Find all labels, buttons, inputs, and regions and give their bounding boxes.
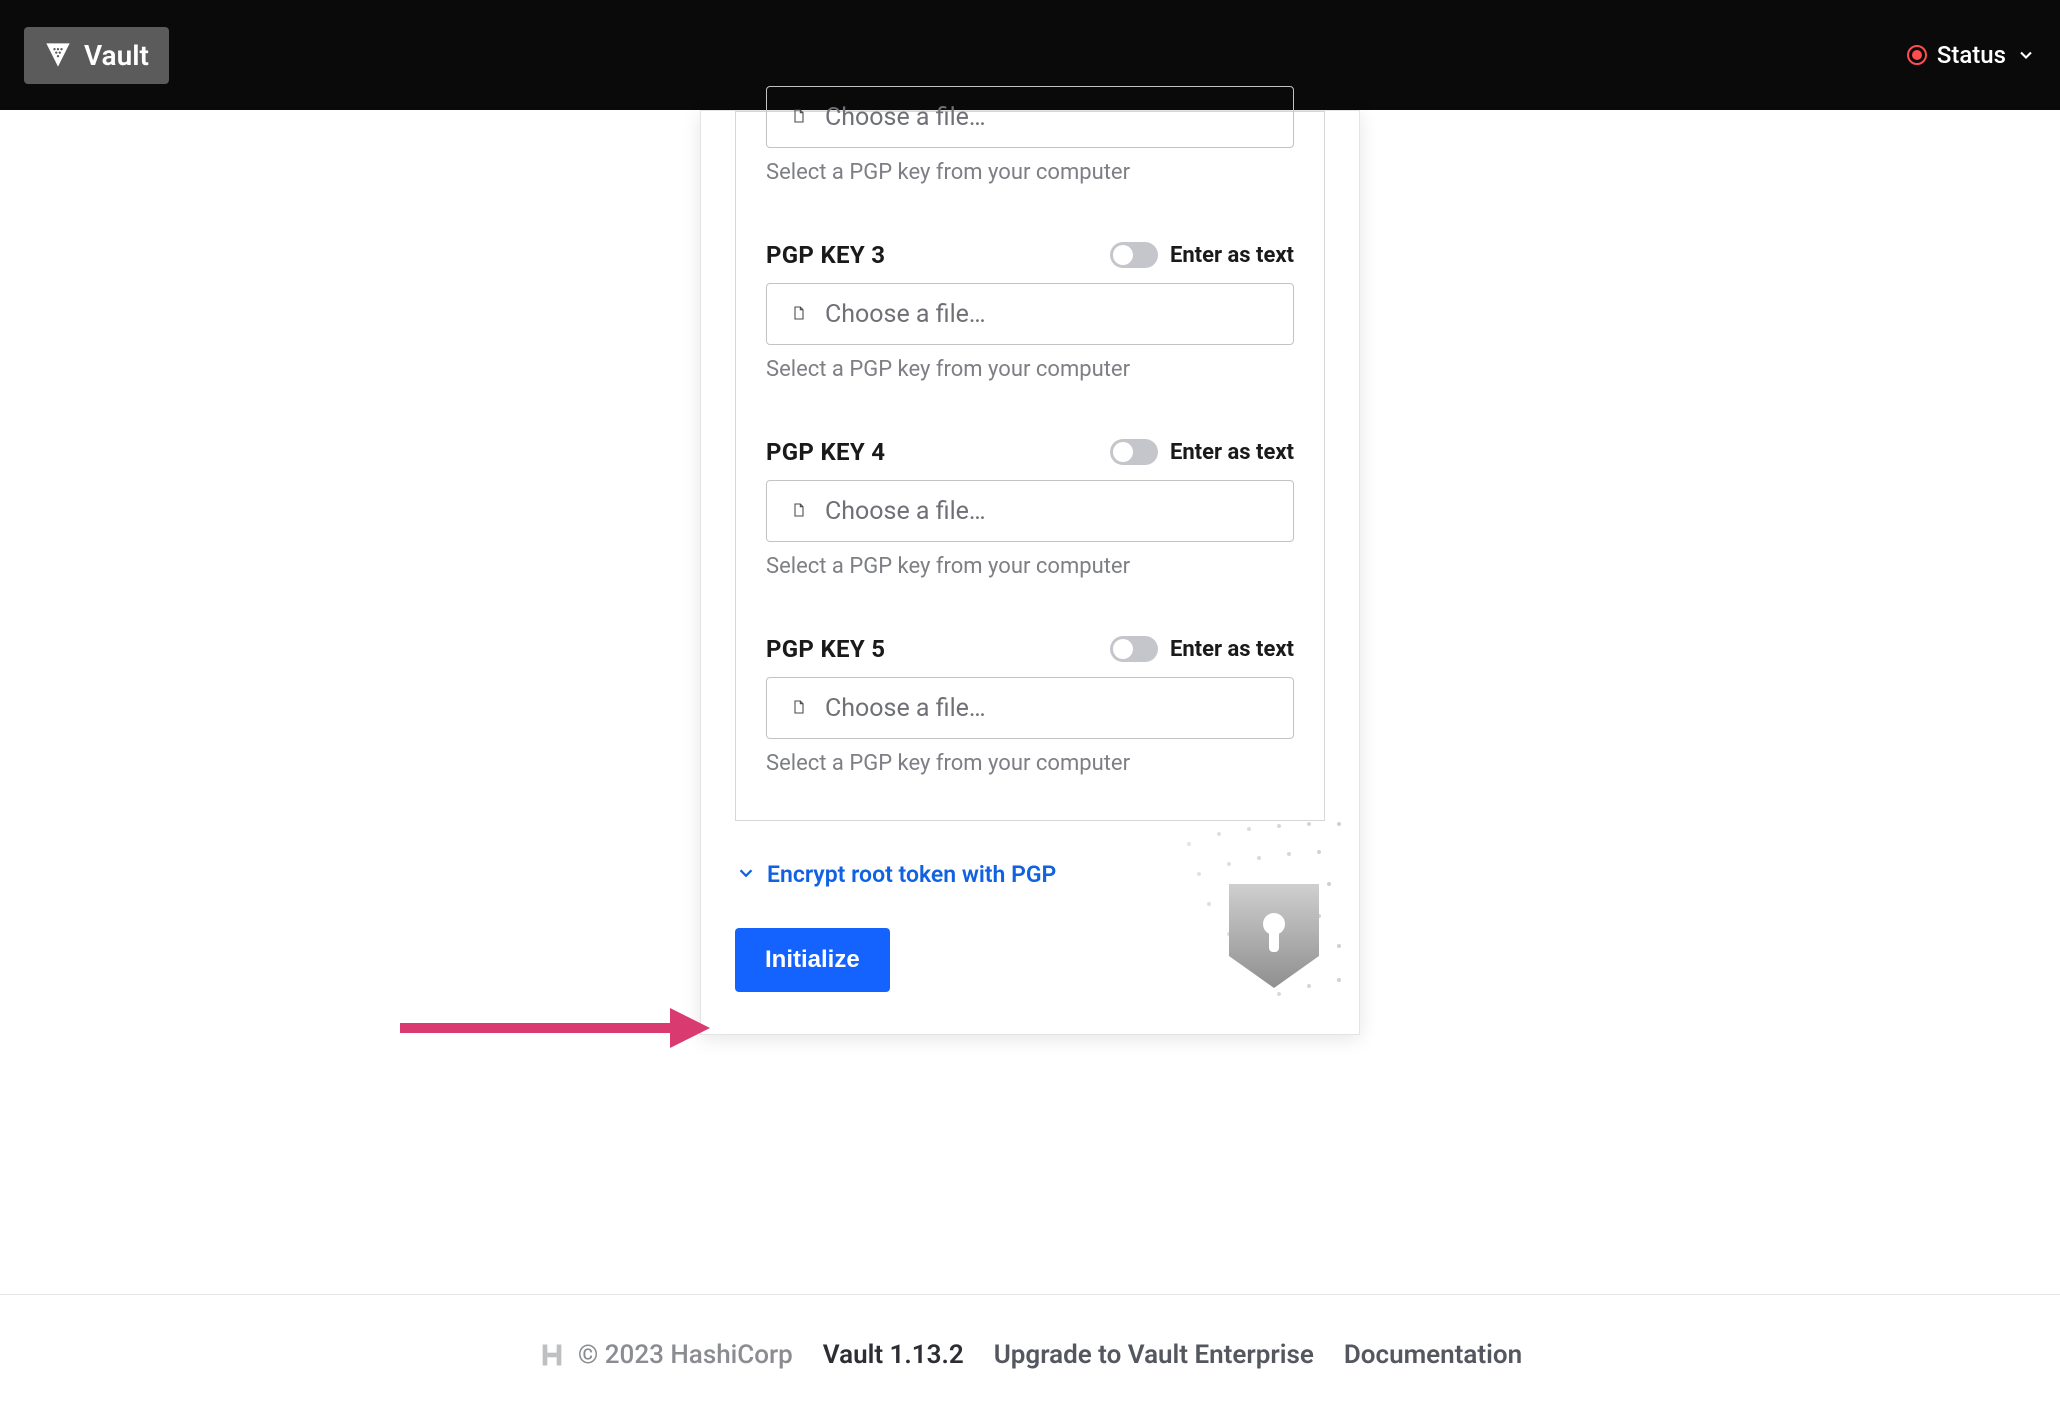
init-card: Choose a file… Select a PGP key from you… bbox=[700, 110, 1360, 1035]
status-indicator-icon bbox=[1907, 45, 1927, 65]
pgp-key-label: PGP KEY 3 bbox=[766, 241, 885, 269]
card-decoration bbox=[1099, 794, 1359, 1034]
footer-docs-link[interactable]: Documentation bbox=[1344, 1340, 1522, 1370]
annotation-arrow bbox=[400, 1003, 720, 1057]
brand-name: Vault bbox=[84, 39, 149, 72]
copyright-text: © 2023 HashiCorp bbox=[578, 1340, 793, 1370]
hashicorp-logo-icon bbox=[538, 1341, 566, 1369]
footer-version: Vault 1.13.2 bbox=[823, 1340, 964, 1370]
initialize-button[interactable]: Initialize bbox=[735, 928, 890, 992]
key-header: PGP KEY 4 Enter as text bbox=[766, 438, 1294, 466]
file-input-label: Choose a file… bbox=[825, 694, 986, 723]
footer-upgrade-link[interactable]: Upgrade to Vault Enterprise bbox=[994, 1340, 1314, 1370]
encrypt-root-token-toggle[interactable]: Encrypt root token with PGP bbox=[735, 861, 1359, 888]
footer-divider bbox=[0, 1294, 2060, 1295]
toggle-wrap: Enter as text bbox=[1110, 242, 1294, 268]
file-help-text: Select a PGP key from your computer bbox=[766, 357, 1294, 382]
file-icon bbox=[791, 502, 809, 520]
status-label: Status bbox=[1937, 41, 2006, 69]
file-help-text: Select a PGP key from your computer bbox=[766, 554, 1294, 579]
enter-as-text-toggle[interactable] bbox=[1110, 636, 1158, 662]
pgp-key-label: PGP KEY 4 bbox=[766, 438, 885, 466]
file-icon bbox=[791, 108, 809, 126]
toggle-label: Enter as text bbox=[1170, 243, 1294, 268]
footer: © 2023 HashiCorp Vault 1.13.2 Upgrade to… bbox=[0, 1340, 2060, 1370]
file-input-label: Choose a file… bbox=[825, 103, 986, 132]
pgp-key-group-5: PGP KEY 5 Enter as text Choose a file… S… bbox=[766, 635, 1294, 776]
chevron-down-icon bbox=[735, 862, 757, 888]
pgp-key-group: Choose a file… Select a PGP key from you… bbox=[766, 86, 1294, 185]
file-input[interactable]: Choose a file… bbox=[766, 480, 1294, 542]
enter-as-text-toggle[interactable] bbox=[1110, 439, 1158, 465]
file-input-label: Choose a file… bbox=[825, 497, 986, 526]
pgp-key-group-4: PGP KEY 4 Enter as text Choose a file… S… bbox=[766, 438, 1294, 579]
pgp-key-label: PGP KEY 5 bbox=[766, 635, 885, 663]
toggle-label: Enter as text bbox=[1170, 637, 1294, 662]
encrypt-root-token-label: Encrypt root token with PGP bbox=[767, 861, 1056, 888]
file-input[interactable]: Choose a file… bbox=[766, 283, 1294, 345]
file-help-text: Select a PGP key from your computer bbox=[766, 160, 1294, 185]
pgp-key-group-3: PGP KEY 3 Enter as text Choose a file… S… bbox=[766, 241, 1294, 382]
file-help-text: Select a PGP key from your computer bbox=[766, 751, 1294, 776]
file-input[interactable]: Choose a file… bbox=[766, 677, 1294, 739]
chevron-down-icon bbox=[2016, 45, 2036, 65]
pgp-keys-panel: Choose a file… Select a PGP key from you… bbox=[735, 111, 1325, 821]
toggle-wrap: Enter as text bbox=[1110, 636, 1294, 662]
key-header: PGP KEY 5 Enter as text bbox=[766, 635, 1294, 663]
file-input[interactable]: Choose a file… bbox=[766, 86, 1294, 148]
footer-copyright: © 2023 HashiCorp bbox=[538, 1340, 793, 1370]
status-menu[interactable]: Status bbox=[1907, 41, 2036, 69]
brand-button[interactable]: Vault bbox=[24, 27, 169, 84]
file-icon bbox=[791, 699, 809, 717]
enter-as-text-toggle[interactable] bbox=[1110, 242, 1158, 268]
toggle-wrap: Enter as text bbox=[1110, 439, 1294, 465]
submit-row: Initialize bbox=[735, 928, 1359, 992]
file-input-label: Choose a file… bbox=[825, 300, 986, 329]
file-icon bbox=[791, 305, 809, 323]
vault-logo-icon bbox=[44, 41, 72, 69]
key-header: PGP KEY 3 Enter as text bbox=[766, 241, 1294, 269]
toggle-label: Enter as text bbox=[1170, 440, 1294, 465]
